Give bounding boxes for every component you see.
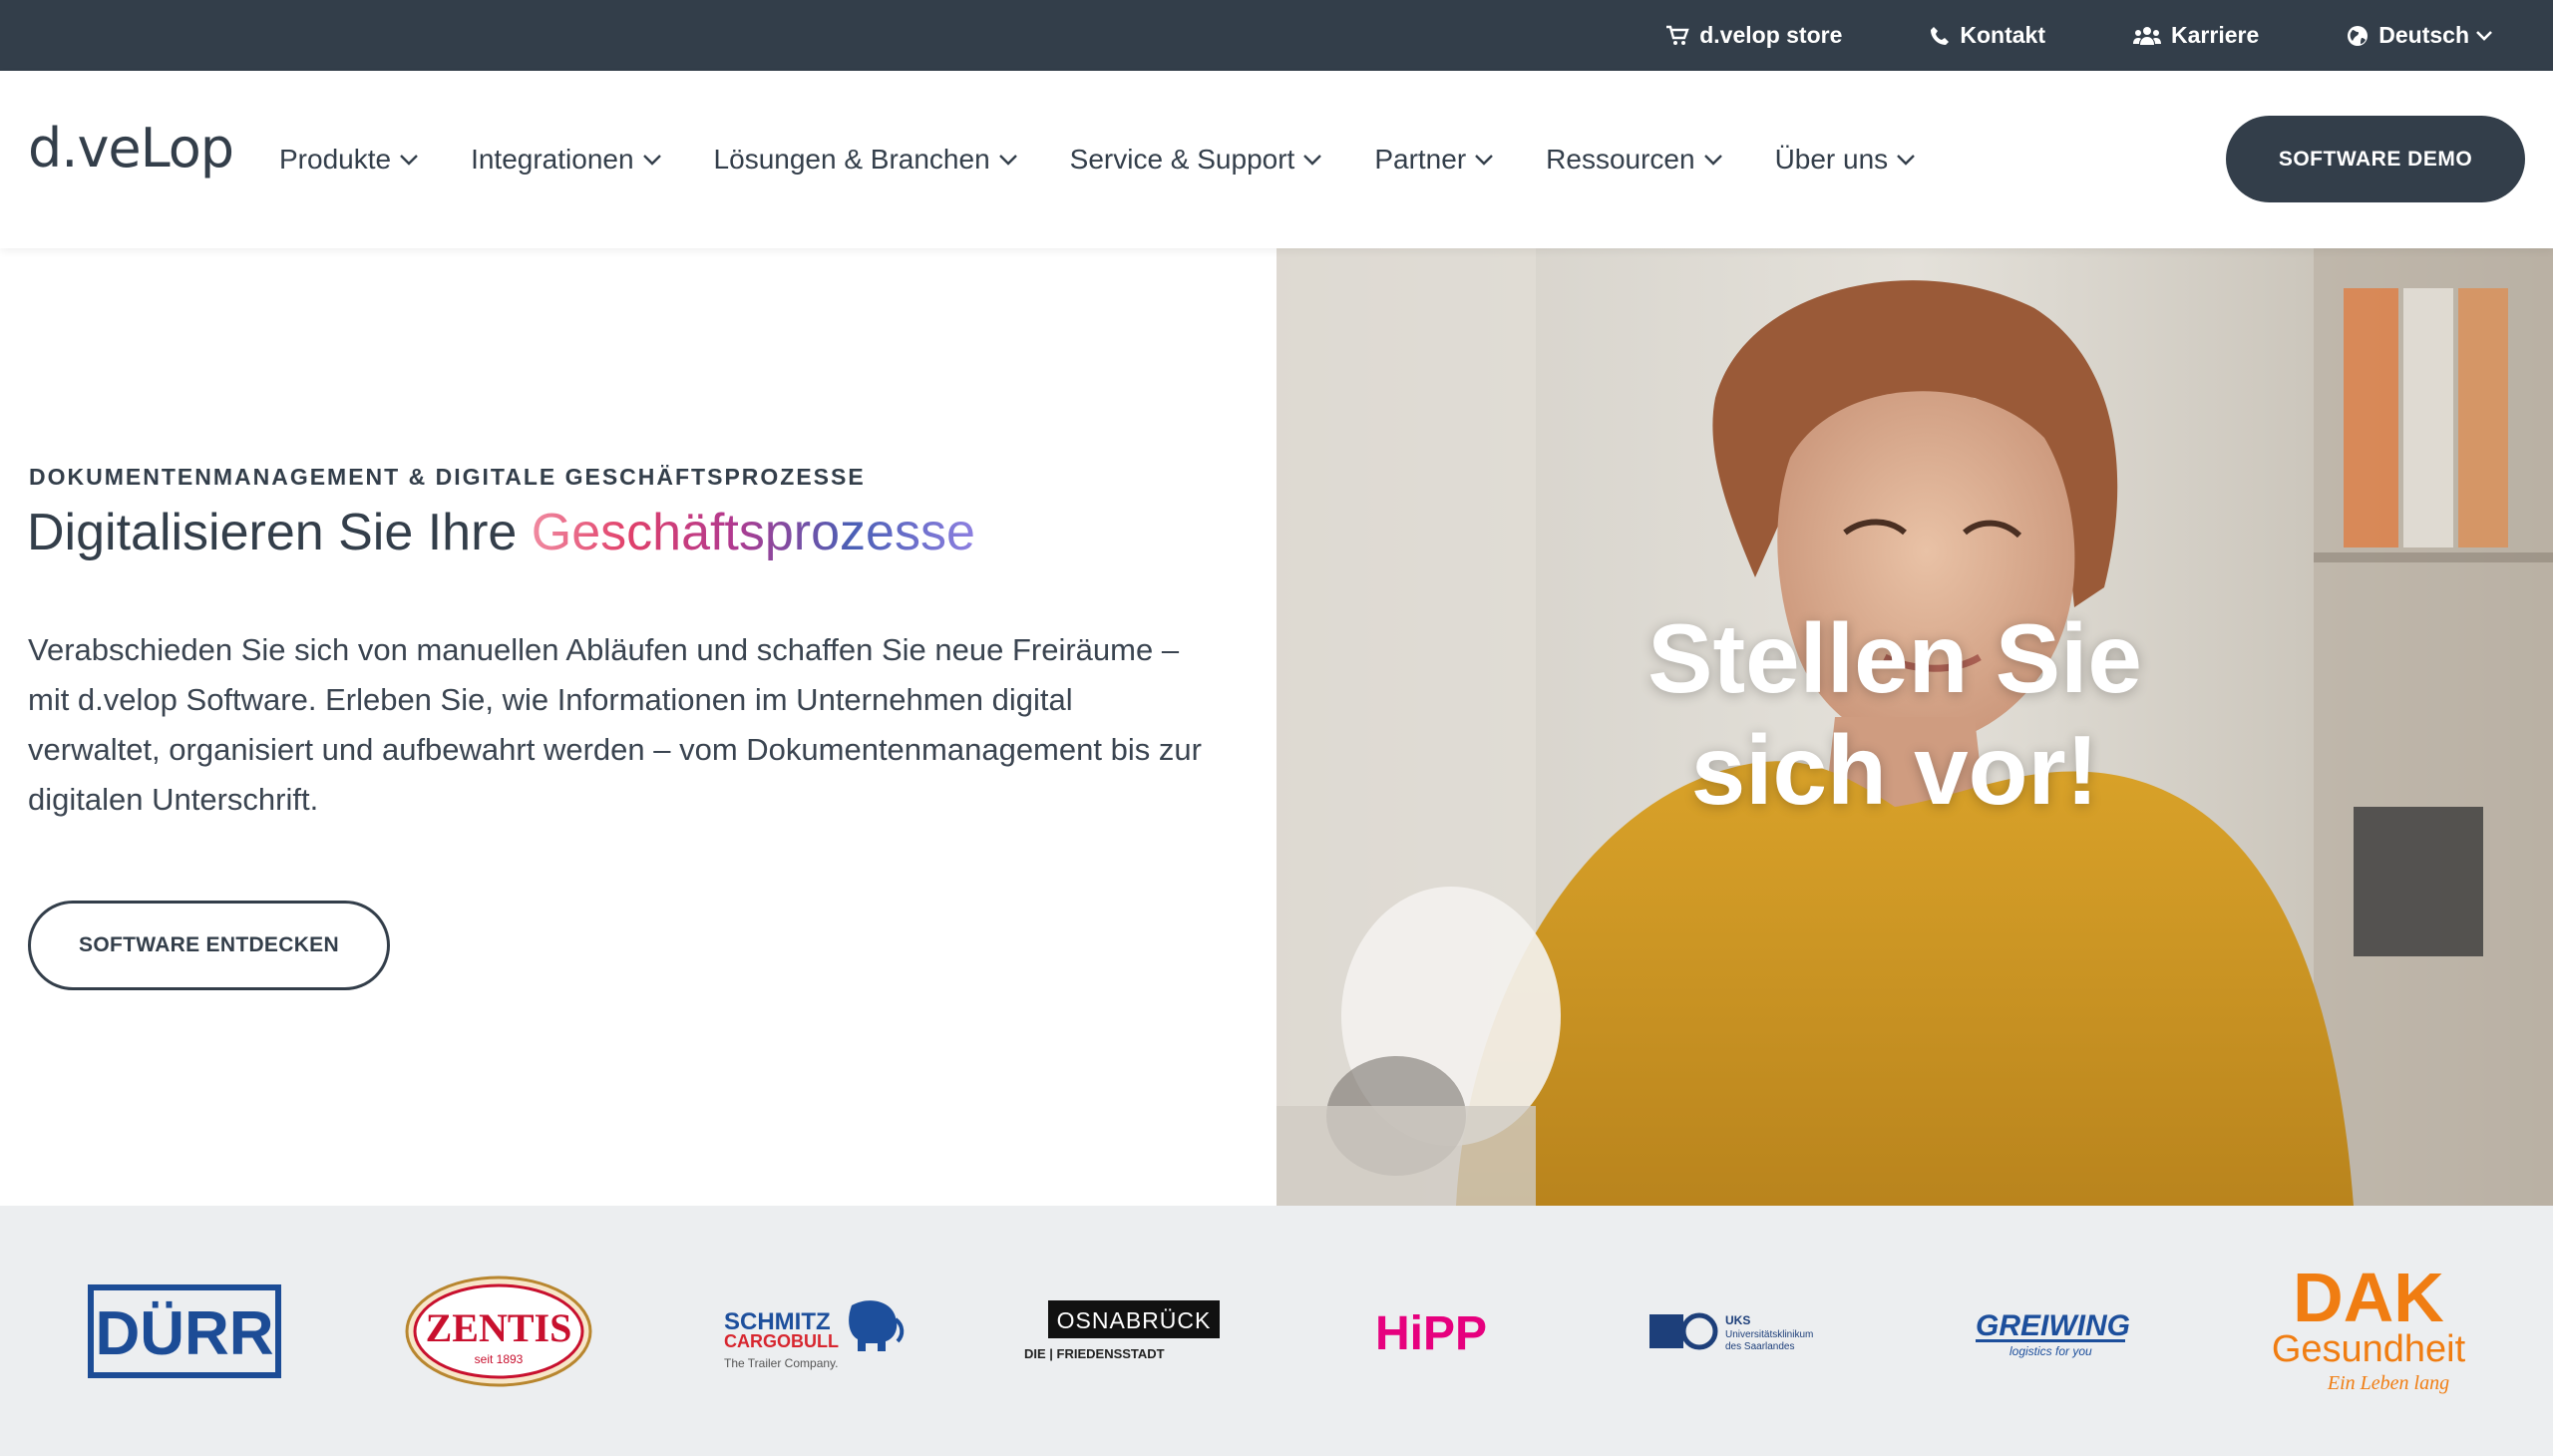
chevron-down-icon [1475, 155, 1494, 166]
utility-bar: d.velop store Kontakt Karriere Deutsch [0, 0, 2553, 71]
software-demo-button[interactable]: SOFTWARE DEMO [2226, 116, 2525, 202]
hero-video[interactable]: Stellen Sie sich vor! [1276, 248, 2553, 1206]
logo-uks: UKS Universitätsklinikum des Saarlandes [1626, 1206, 1855, 1456]
hero-eyebrow: DOKUMENTENMANAGEMENT & DIGITALE GESCHÄFT… [29, 464, 866, 490]
dvelop-logo[interactable]: d.veLop [28, 117, 234, 180]
nav-item-partner[interactable]: Partner [1374, 144, 1494, 176]
language-label: Deutsch [2378, 22, 2469, 48]
logo-greiwing: GREIWING logistics for you [1940, 1206, 2169, 1456]
zentis-subtext: seit 1893 [475, 1352, 524, 1366]
nav-item-service-support[interactable]: Service & Support [1070, 144, 1323, 176]
uks-subtext-1: Universitätsklinikum [1725, 1329, 1813, 1340]
greiwing-subtext: logistics for you [2009, 1344, 2092, 1358]
globe-icon [2348, 25, 2369, 46]
overlay-line-2: sich vor! [1690, 715, 2099, 825]
logo-schmitz-cargobull: SCHMITZ CARGOBULL The Trailer Company. [698, 1206, 927, 1456]
contact-link[interactable]: Kontakt [1930, 22, 2045, 49]
store-label: d.velop store [1699, 22, 1843, 48]
overlay-line-1: Stellen Sie [1647, 603, 2142, 713]
nav-item-label: Über uns [1774, 144, 1889, 175]
durr-text: DÜRR [95, 1299, 273, 1368]
logo-zentis: ZENTIS seit 1893 [384, 1206, 613, 1456]
chevron-down-icon [1703, 155, 1722, 166]
career-label: Karriere [2171, 22, 2260, 48]
logo-dak: DAK Gesundheit Ein Leben lang [2254, 1206, 2483, 1456]
logo-durr: DÜRR [70, 1206, 299, 1456]
software-entdecken-button[interactable]: SOFTWARE ENTDECKEN [28, 901, 390, 990]
nav-item-ressourcen[interactable]: Ressourcen [1546, 144, 1722, 176]
nav-item-label: Service & Support [1069, 144, 1295, 175]
main-header: d.veLop Produkte Integrationen Lösungen … [0, 71, 2553, 248]
video-overlay-text: Stellen Sie sich vor! [1566, 602, 2224, 826]
language-selector[interactable]: Deutsch [2347, 22, 2493, 49]
osnabrueck-text: OSNABRÜCK [1057, 1307, 1212, 1333]
schmitz-tagline: The Trailer Company. [724, 1356, 839, 1370]
store-link[interactable]: d.velop store [1665, 22, 1842, 49]
dak-subtext: Gesundheit [2272, 1328, 2466, 1370]
nav-item-loesungen-branchen[interactable]: Lösungen & Branchen [714, 144, 1018, 176]
hero-lead: Verabschieden Sie sich von manuellen Abl… [28, 632, 1202, 817]
logo-osnabrueck: OSNABRÜCK DIE | FRIEDENSSTADT [1007, 1206, 1237, 1456]
chevron-down-icon [1303, 155, 1322, 166]
nav-item-ueber-uns[interactable]: Über uns [1775, 144, 1917, 176]
chevron-down-icon [1897, 155, 1916, 166]
contact-label: Kontakt [1960, 22, 2046, 48]
uks-text: UKS [1725, 1313, 1750, 1327]
chevron-down-icon [642, 155, 661, 166]
zentis-text: ZENTIS [426, 1305, 572, 1350]
chevron-down-icon [2476, 30, 2492, 41]
nav-item-label: Ressourcen [1546, 144, 1695, 175]
hipp-text: HiPP [1375, 1307, 1487, 1360]
hero-text-section: DOKUMENTENMANAGEMENT & DIGITALE GESCHÄFT… [0, 248, 1276, 1206]
career-link[interactable]: Karriere [2133, 22, 2259, 49]
uks-subtext-2: des Saarlandes [1725, 1341, 1795, 1352]
nav-item-label: Produkte [279, 144, 392, 175]
headline-plain: Digitalisieren Sie Ihre [27, 504, 532, 561]
chevron-down-icon [998, 155, 1017, 166]
main-nav: Produkte Integrationen Lösungen & Branch… [279, 71, 1968, 248]
dak-text: DAK [2293, 1262, 2444, 1336]
greiwing-text: GREIWING [1976, 1309, 2130, 1342]
nav-item-label: Lösungen & Branchen [713, 144, 990, 175]
phone-icon [1931, 26, 1950, 45]
nav-item-produkte[interactable]: Produkte [279, 144, 419, 176]
hero-headline: Digitalisieren Sie Ihre Geschäftsprozess… [27, 503, 975, 562]
dak-tagline: Ein Leben lang [2327, 1372, 2449, 1394]
nav-item-label: Partner [1374, 144, 1467, 175]
nav-item-integrationen[interactable]: Integrationen [471, 144, 661, 176]
headline-gradient: Geschäftsprozesse [531, 504, 975, 561]
cart-icon [1666, 25, 1689, 45]
chevron-down-icon [400, 155, 418, 166]
logo-hipp: HiPP [1316, 1206, 1546, 1456]
osnabrueck-subtext: DIE | FRIEDENSSTADT [1024, 1346, 1165, 1361]
customer-logos: DÜRR ZENTIS seit 1893 SCHMITZ CARGOBULL … [0, 1206, 2553, 1456]
users-icon [2133, 26, 2162, 45]
cargobull-text: CARGOBULL [724, 1331, 839, 1351]
nav-item-label: Integrationen [471, 144, 634, 175]
